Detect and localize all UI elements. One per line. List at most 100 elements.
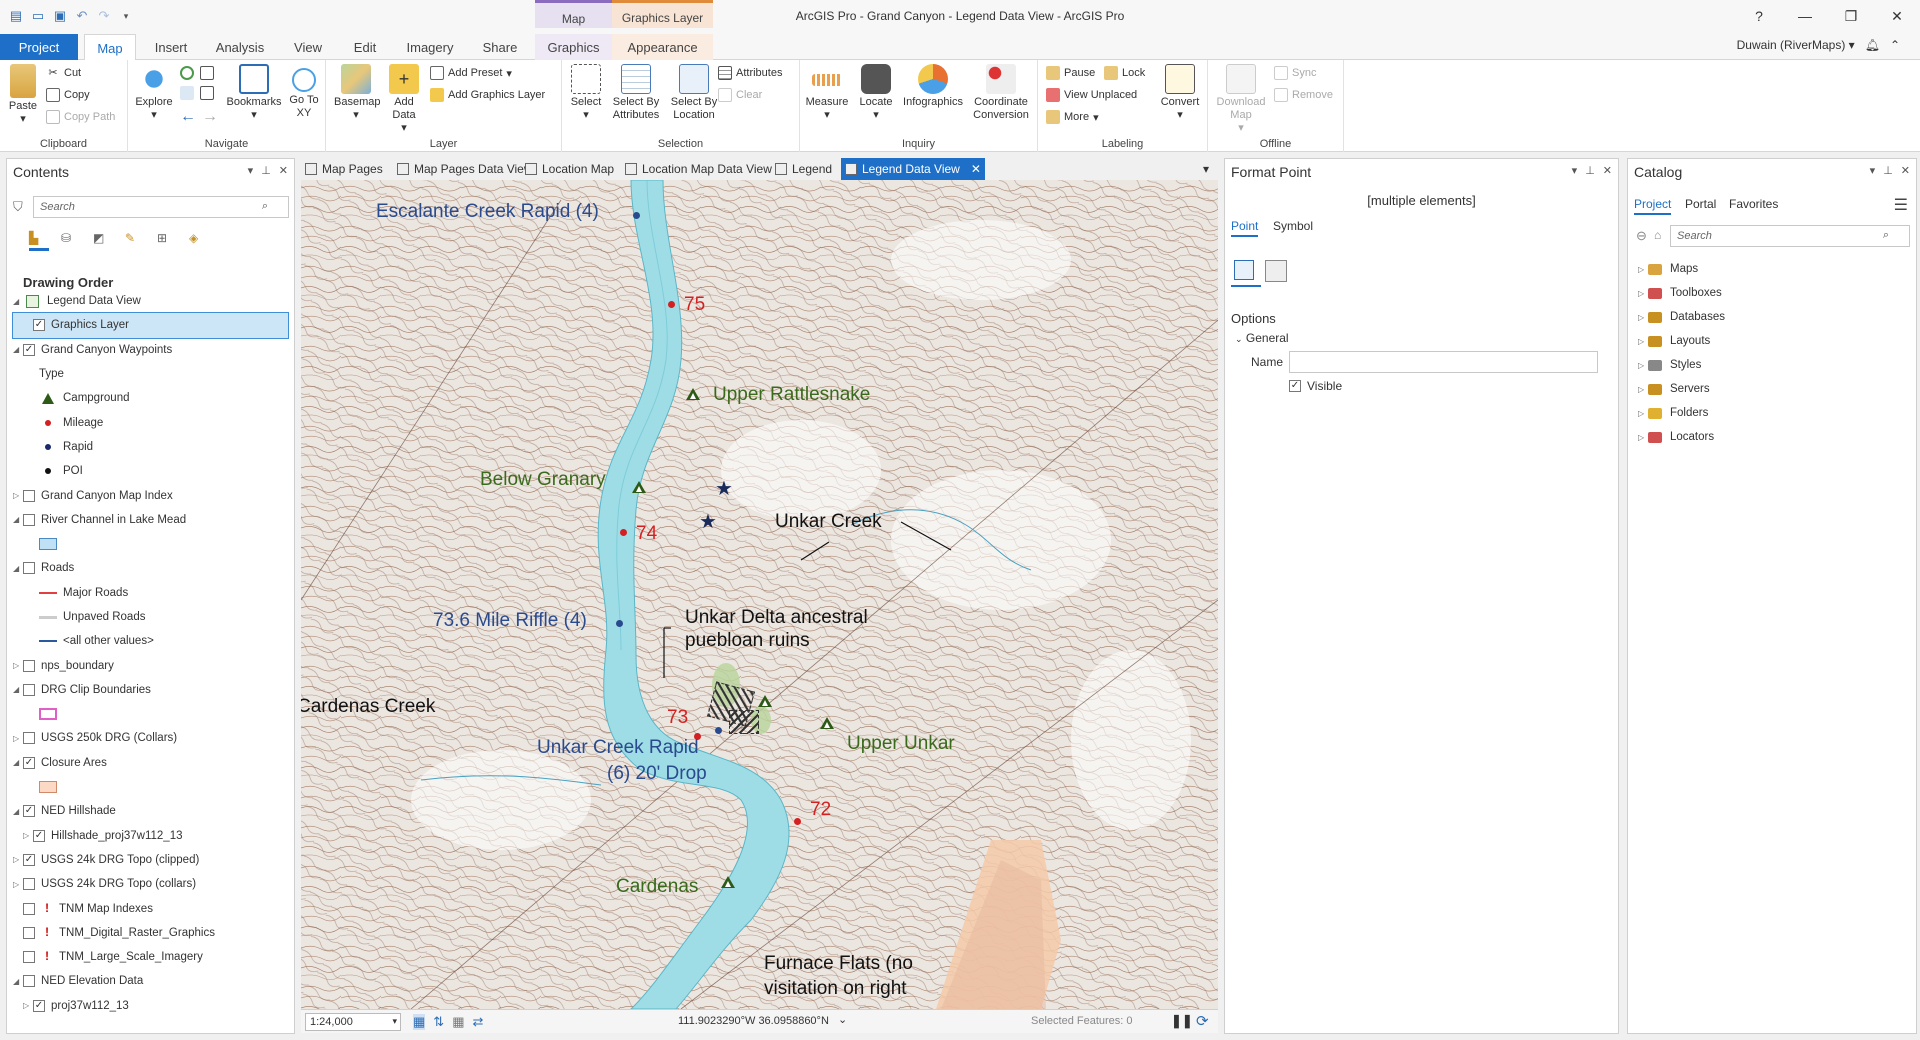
catalog-item[interactable]: ▷ Databases (1638, 305, 1910, 329)
list-by-selection-icon[interactable]: ◩ (93, 231, 113, 251)
layer-row[interactable]: <all other values> (13, 629, 288, 653)
cut-button[interactable]: ✂ Cut (46, 66, 81, 80)
rapid-point[interactable] (616, 620, 623, 627)
layer-row[interactable] (13, 532, 288, 556)
catalog-item[interactable]: ▷ Styles (1638, 353, 1910, 377)
checkbox-unchecked[interactable] (23, 975, 35, 988)
checkbox-unchecked[interactable] (23, 562, 35, 575)
scale-selector[interactable]: 1:24,000 ▾ (305, 1013, 401, 1031)
home-icon[interactable]: ⌂ (1654, 228, 1661, 242)
explore-button[interactable]: Explore ▾ (132, 64, 176, 122)
select-button[interactable]: Select ▾ (566, 64, 606, 122)
pin-icon[interactable]: ⊥ (1883, 164, 1893, 177)
coordinate-conversion-button[interactable]: Coordinate Conversion (968, 64, 1034, 122)
catalog-item[interactable]: ▷ Layouts (1638, 329, 1910, 353)
tab-view[interactable]: View (284, 34, 332, 60)
expand-toggle-icon[interactable]: ◢ (13, 345, 23, 354)
expand-toggle-icon[interactable]: ▷ (1638, 265, 1648, 274)
pin-icon[interactable]: ⊥ (1585, 164, 1595, 177)
download-map-button[interactable]: Download Map ▾ (1212, 64, 1270, 135)
expand-toggle-icon[interactable]: ◢ (13, 515, 23, 524)
pane-close-icon[interactable]: ✕ (279, 164, 288, 177)
map-view[interactable]: Escalante Creek Rapid (4) 75 Upper Rattl… (301, 180, 1218, 1009)
grid-icon[interactable]: ▦ (413, 1014, 426, 1030)
expand-toggle-icon[interactable]: ▷ (23, 831, 33, 840)
checkbox-unchecked[interactable] (23, 659, 35, 672)
checkbox-checked[interactable]: ✓ (33, 999, 45, 1012)
rapid-point[interactable] (633, 212, 640, 219)
catalog-search-input[interactable]: Search ⌕ (1670, 225, 1910, 247)
expand-toggle-icon[interactable]: ◢ (13, 685, 23, 694)
more-button[interactable]: More ▾ (1046, 110, 1099, 124)
basemap-button[interactable]: Basemap ▾ (334, 64, 380, 122)
checkbox-checked[interactable]: ✓ (33, 829, 45, 842)
forward-arrow-icon[interactable]: → (202, 108, 218, 126)
catalog-tab-portal[interactable]: Portal (1685, 197, 1716, 211)
layer-row[interactable]: ◢ NED Elevation Data (13, 969, 288, 993)
catalog-menu-icon[interactable]: ☰ (1894, 195, 1908, 215)
layer-row[interactable]: ▷ USGS 250k DRG (Collars) (13, 726, 288, 750)
map-tab[interactable]: Map Pages (301, 158, 387, 180)
collapse-ribbon-icon[interactable]: ⌃ (1890, 38, 1900, 52)
bookmarks-button[interactable]: Bookmarks ▾ (226, 64, 282, 122)
checkbox-unchecked[interactable] (23, 732, 35, 745)
lock-button[interactable]: Lock (1104, 66, 1145, 80)
select-by-location-button[interactable]: Select By Location (666, 64, 722, 122)
sync-button[interactable]: Sync (1274, 66, 1316, 80)
tab-analysis[interactable]: Analysis (208, 34, 272, 60)
pause-button[interactable]: Pause (1046, 66, 1095, 80)
layer-row[interactable]: ◢ River Channel in Lake Mead (13, 508, 288, 532)
expand-toggle-icon[interactable]: ▷ (1638, 433, 1648, 442)
restore-icon[interactable]: ❐ (1828, 0, 1874, 32)
poi-star-icon[interactable]: ★ (699, 509, 717, 534)
open-icon[interactable]: ▭ (30, 8, 46, 24)
attributes-button[interactable]: Attributes (718, 66, 782, 80)
full-extent-icon[interactable] (180, 66, 194, 80)
layer-row[interactable]: ▷ ✓ USGS 24k DRG Topo (clipped) (13, 848, 288, 872)
layer-row[interactable]: ◢ ✓ Closure Ares (13, 751, 288, 775)
tab-share[interactable]: Share (474, 34, 526, 60)
checkbox-unchecked[interactable] (23, 489, 35, 502)
list-by-drawing-order-icon[interactable]: ▙ (29, 231, 49, 251)
catalog-item[interactable]: ▷ Toolboxes (1638, 281, 1910, 305)
expand-toggle-icon[interactable]: ◢ (13, 807, 23, 816)
select-by-attributes-button[interactable]: Select By Attributes (608, 64, 664, 122)
layer-row[interactable]: ✓ Graphics Layer (12, 312, 289, 339)
add-graphics-layer-button[interactable]: Add Graphics Layer (430, 88, 545, 102)
convert-button[interactable]: Convert ▾ (1158, 64, 1202, 122)
refresh-icon[interactable]: ⟳ (1196, 1012, 1209, 1030)
layer-row[interactable]: ▷ ✓ proj37w112_13 (13, 994, 288, 1018)
locate-button[interactable]: Locate ▾ (856, 64, 896, 122)
view-unplaced-button[interactable]: View Unplaced (1046, 88, 1137, 102)
expand-toggle-icon[interactable]: ▷ (1638, 337, 1648, 346)
list-by-snapping-icon[interactable]: ⊞ (157, 231, 177, 251)
map-tab[interactable]: Location Map (521, 158, 618, 180)
campground-point[interactable] (758, 695, 772, 707)
pin-icon[interactable]: ⊥ (261, 164, 271, 177)
options-view-button[interactable] (1231, 257, 1261, 287)
tab-appearance[interactable]: Appearance (612, 34, 713, 60)
tab-point[interactable]: Point (1231, 219, 1259, 237)
copy-path-button[interactable]: Copy Path (46, 110, 115, 124)
infographics-button[interactable]: Infographics (900, 64, 966, 109)
expand-toggle-icon[interactable]: ▷ (1638, 361, 1648, 370)
coordinate-system-dropdown-icon[interactable]: ⌄ (838, 1013, 847, 1026)
copy-button[interactable]: Copy (46, 88, 90, 102)
campground-point[interactable] (686, 388, 700, 400)
tab-list-dropdown-icon[interactable]: ▾ (1199, 158, 1213, 180)
add-preset-button[interactable]: Add Preset ▾ (430, 66, 512, 80)
catalog-item[interactable]: ▷ Folders (1638, 401, 1910, 425)
catalog-item[interactable]: ▷ Servers (1638, 377, 1910, 401)
general-section-toggle[interactable]: ⌄ General (1235, 331, 1289, 345)
checkbox-unchecked[interactable] (23, 951, 35, 964)
layer-row[interactable]: ◢ ✓ Grand Canyon Waypoints (13, 338, 288, 362)
filter-icon[interactable]: ⛉ (13, 199, 23, 215)
list-by-editing-icon[interactable]: ✎ (125, 231, 145, 251)
layer-row[interactable] (13, 775, 288, 799)
tab-imagery[interactable]: Imagery (398, 34, 462, 60)
expand-toggle-icon[interactable]: ▷ (13, 855, 23, 864)
expand-toggle-icon[interactable]: ▷ (13, 880, 23, 889)
checkbox-checked[interactable]: ✓ (23, 343, 35, 356)
expand-toggle-icon[interactable]: ◢ (13, 758, 23, 767)
layer-row[interactable]: ! TNM_Digital_Raster_Graphics (13, 921, 288, 945)
